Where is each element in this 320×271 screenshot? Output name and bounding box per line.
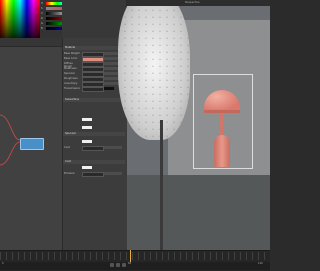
attr-field[interactable] (82, 146, 104, 151)
section-header[interactable]: Material (63, 46, 125, 50)
attr-row: Base Color (64, 57, 124, 62)
white-swatch[interactable] (82, 126, 92, 129)
white-swatch[interactable] (82, 140, 92, 143)
attr-slider[interactable] (104, 172, 122, 175)
attr-slider[interactable] (104, 146, 122, 149)
section-header[interactable]: Coat (63, 160, 125, 164)
color-picker[interactable] (0, 0, 40, 38)
black-swatch[interactable] (104, 87, 114, 90)
floor-plane (127, 175, 270, 250)
attr-row: Base Weight (64, 52, 124, 57)
attr-row: Diffuse Rough (64, 62, 124, 68)
attr-label: Metalness (64, 67, 77, 70)
rewind-icon[interactable] (110, 263, 114, 267)
attr-row: Emission (64, 172, 124, 177)
attr-label: Anisotropy (64, 82, 78, 85)
attr-row: Coat (64, 146, 124, 151)
node-editor-header (0, 38, 62, 47)
attr-row: Transmission (64, 87, 124, 92)
viewport-toolbar[interactable]: Perspective (127, 0, 270, 6)
softbox-grid (118, 0, 190, 140)
current-frame[interactable]: 60 (128, 262, 131, 265)
attr-row: Specular (64, 72, 124, 77)
attribute-header (62, 0, 126, 38)
timeline-ruler[interactable] (0, 252, 270, 260)
frame-start[interactable]: 0 (2, 262, 4, 265)
attr-label: Emission (64, 172, 76, 175)
white-swatch[interactable] (82, 118, 92, 121)
playhead[interactable] (130, 250, 131, 262)
attr-label: Base Weight (64, 52, 80, 55)
attr-label: Transmission (64, 87, 81, 90)
white-swatch[interactable] (82, 166, 92, 169)
light-stand (160, 120, 163, 250)
frame-end[interactable]: 120 (258, 262, 263, 265)
play-icon[interactable] (116, 263, 120, 267)
viewport-camera-label[interactable]: Perspective (185, 1, 199, 4)
attr-row: Metalness (64, 67, 124, 72)
section-header[interactable]: Subsurface (63, 98, 125, 102)
attr-label: Specular (64, 72, 75, 75)
attr-field[interactable] (82, 87, 104, 92)
attr-label: Roughness (64, 77, 78, 80)
lamp-base[interactable] (214, 135, 230, 167)
forward-icon[interactable] (122, 263, 126, 267)
attr-label: Base Color (64, 57, 78, 60)
attr-row: Anisotropy (64, 82, 124, 87)
timeline-controls (0, 262, 270, 270)
lamp-neck (220, 113, 223, 135)
attr-label: Coat (64, 146, 70, 149)
attr-field[interactable] (82, 172, 104, 177)
shader-node[interactable] (20, 138, 44, 150)
attr-row: Roughness (64, 77, 124, 82)
section-header[interactable]: Specular (63, 132, 125, 136)
